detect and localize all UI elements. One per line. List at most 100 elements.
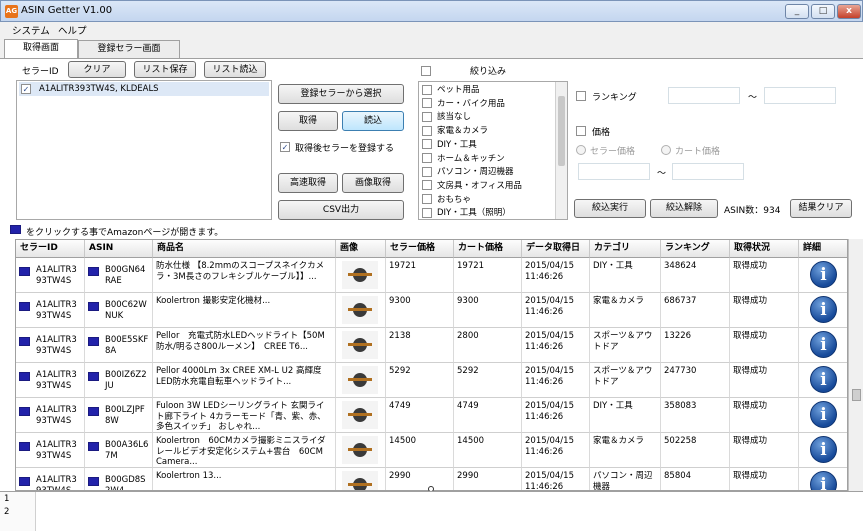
column-header-date[interactable]: データ取得日 <box>522 240 590 258</box>
column-header-name[interactable]: 商品名 <box>153 240 336 258</box>
maximize-button[interactable]: □ <box>811 4 835 19</box>
amazon-link-icon[interactable] <box>88 372 99 381</box>
amazon-link-icon[interactable] <box>19 477 30 486</box>
column-header-image[interactable]: 画像 <box>336 240 386 258</box>
info-icon[interactable]: i <box>810 401 837 428</box>
column-header-category[interactable]: カテゴリ <box>590 240 661 258</box>
category-checkbox[interactable] <box>422 84 432 95</box>
price-checkbox[interactable] <box>576 126 586 136</box>
fast-fetch-button[interactable]: 高速取得 <box>278 173 338 193</box>
price-max-input[interactable] <box>672 163 744 180</box>
category-checkbox[interactable] <box>422 207 432 218</box>
column-header-detail[interactable]: 詳細 <box>799 240 847 258</box>
product-image-cell <box>336 328 386 363</box>
list-item[interactable]: カー・バイク用品 <box>422 98 505 112</box>
menu-bar: システム ヘルプ <box>0 22 863 38</box>
scroll-thumb[interactable] <box>558 96 565 166</box>
table-scrollbar[interactable] <box>848 239 863 491</box>
menu-system[interactable]: システム <box>12 23 50 37</box>
list-item[interactable]: ホーム＆キッチン <box>422 153 505 167</box>
rank-cell: 502258 <box>661 433 730 468</box>
category-checkbox[interactable] <box>422 153 432 163</box>
log-area[interactable]: 1 2 <box>0 491 863 531</box>
category-checkbox[interactable] <box>422 125 432 136</box>
detail-cell: i <box>799 433 847 468</box>
amazon-link-icon[interactable] <box>88 407 99 416</box>
ranking-max-input[interactable] <box>764 87 836 104</box>
seller-price-label: セラー価格 <box>590 147 636 157</box>
list-item[interactable]: DIY・工具（照明） <box>422 207 511 221</box>
amazon-link-icon[interactable] <box>88 267 99 276</box>
amazon-link-icon[interactable] <box>19 337 30 346</box>
list-item[interactable]: おもちゃ <box>422 194 471 208</box>
close-button[interactable]: x <box>837 4 861 19</box>
tab-strip: 取得画面 登録セラー画面 <box>0 38 863 58</box>
apply-filter-button[interactable]: 絞込実行 <box>574 199 646 218</box>
column-header-status[interactable]: 取得状況 <box>730 240 799 258</box>
minimize-button[interactable]: _ <box>785 4 809 19</box>
cart-price-cell: 2800 <box>454 328 522 363</box>
list-item[interactable]: DIY・工具 <box>422 139 477 153</box>
select-registered-seller-button[interactable]: 登録セラーから選択 <box>278 84 404 104</box>
category-scrollbar[interactable] <box>555 82 567 219</box>
ranking-min-input[interactable] <box>668 87 740 104</box>
seller-list[interactable]: A1ALITR393TW4S, KLDEALS <box>16 80 272 220</box>
info-icon[interactable]: i <box>810 296 837 323</box>
category-checkbox[interactable] <box>422 194 432 205</box>
info-icon[interactable]: i <box>810 331 837 358</box>
amazon-link-icon[interactable] <box>19 267 30 276</box>
csv-export-button[interactable]: CSV出力 <box>278 200 404 220</box>
register-after-fetch-checkbox[interactable] <box>280 142 290 152</box>
cart-price-radio[interactable] <box>661 145 671 155</box>
amazon-link-icon[interactable] <box>19 442 30 451</box>
category-checkbox[interactable] <box>422 139 432 150</box>
category-checkbox[interactable] <box>422 166 432 177</box>
info-icon[interactable]: i <box>810 436 837 463</box>
clear-results-button[interactable]: 結果クリア <box>790 199 852 218</box>
list-item[interactable]: パソコン・周辺機器 <box>422 166 514 180</box>
amazon-link-icon[interactable] <box>88 442 99 451</box>
tab-fetch[interactable]: 取得画面 <box>4 39 78 58</box>
price-min-input[interactable] <box>578 163 650 180</box>
fetch-button[interactable]: 取得 <box>278 111 338 131</box>
menu-help[interactable]: ヘルプ <box>58 23 87 37</box>
column-header-ranking[interactable]: ランキング <box>661 240 730 258</box>
category-checkbox[interactable] <box>422 98 432 109</box>
info-icon[interactable]: i <box>810 471 837 490</box>
tab-registered-sellers[interactable]: 登録セラー画面 <box>78 40 180 58</box>
name-cell: Koolertron 13... <box>153 468 336 490</box>
column-header-seller[interactable]: セラーID <box>16 240 85 258</box>
amazon-link-icon[interactable] <box>88 337 99 346</box>
list-item[interactable]: 文房具・オフィス用品 <box>422 180 522 194</box>
load-list-button[interactable]: リスト読込 <box>204 61 266 78</box>
category-checkbox[interactable] <box>422 111 432 122</box>
product-image-cell <box>336 398 386 433</box>
list-item[interactable]: 該当なし <box>422 111 471 125</box>
clear-button[interactable]: クリア <box>68 61 126 78</box>
info-icon[interactable]: i <box>810 366 837 393</box>
list-item[interactable]: 家電＆カメラ <box>422 125 488 139</box>
amazon-link-icon[interactable] <box>19 372 30 381</box>
reset-filter-button[interactable]: 絞込解除 <box>650 199 718 218</box>
amazon-link-icon[interactable] <box>88 302 99 311</box>
amazon-link-icon[interactable] <box>19 407 30 416</box>
ranking-checkbox[interactable] <box>576 91 586 101</box>
scroll-thumb[interactable] <box>852 389 861 401</box>
amazon-link-icon[interactable] <box>19 302 30 311</box>
seller-checkbox[interactable] <box>21 84 31 94</box>
amazon-link-icon[interactable] <box>88 477 99 486</box>
column-header-asin[interactable]: ASIN <box>85 240 153 258</box>
info-icon[interactable]: i <box>810 261 837 288</box>
date-cell: 2015/04/15 11:46:26 <box>522 258 590 293</box>
column-header-cart-price[interactable]: カート価格 <box>454 240 522 258</box>
image-fetch-button[interactable]: 画像取得 <box>342 173 404 193</box>
filter-toggle-checkbox[interactable] <box>421 66 431 76</box>
column-header-seller-price[interactable]: セラー価格 <box>386 240 454 258</box>
read-button[interactable]: 読込 <box>342 111 404 131</box>
category-checkbox[interactable] <box>422 180 432 191</box>
list-item[interactable]: A1ALITR393TW4S, KLDEALS <box>19 82 269 96</box>
category-list[interactable]: ペット用品 カー・バイク用品 該当なし 家電＆カメラ DIY・工具 ホーム＆キッ… <box>418 81 568 220</box>
save-list-button[interactable]: リスト保存 <box>134 61 196 78</box>
list-item[interactable]: ペット用品 <box>422 84 480 98</box>
seller-price-radio[interactable] <box>576 145 586 155</box>
